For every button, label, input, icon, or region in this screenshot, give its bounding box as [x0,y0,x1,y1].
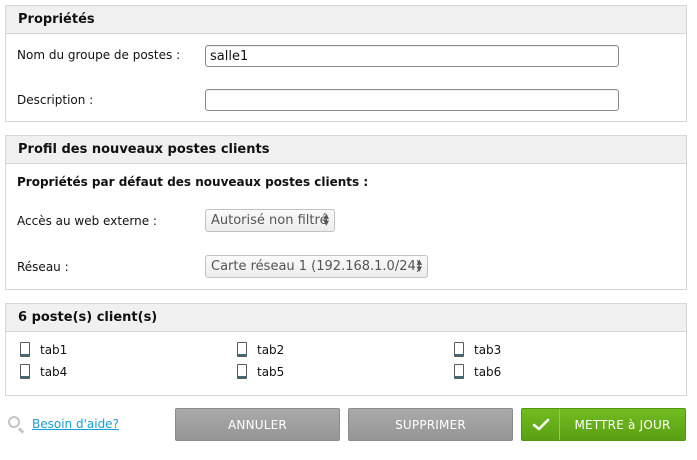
client-checkbox[interactable] [20,342,30,357]
client-label: tab4 [40,364,68,379]
clients-panel-title: 6 poste(s) client(s) [6,304,686,332]
update-button-label: METTRE à JOUR [574,417,671,432]
client-checkbox[interactable] [237,342,247,357]
network-select-value: Carte réseau 1 (192.168.1.0/24) [211,259,421,274]
delete-button[interactable]: SUPPRIMER [348,408,513,441]
client-item-tab1[interactable]: tab1 [20,342,67,357]
client-checkbox[interactable] [454,342,464,357]
client-item-tab6[interactable]: tab6 [454,364,501,379]
web-access-select[interactable]: Autorisé non filtré ▲ ▼ [205,209,335,232]
client-checkbox[interactable] [237,364,247,379]
profile-panel: Profil des nouveaux postes clients Propr… [5,135,687,290]
client-checkbox[interactable] [20,364,30,379]
client-item-tab5[interactable]: tab5 [237,364,284,379]
web-access-label: Accès au web externe : [17,214,157,228]
client-label: tab6 [474,364,502,379]
client-item-tab4[interactable]: tab4 [20,364,67,379]
client-label: tab5 [257,364,285,379]
profile-subtitle: Propriétés par défaut des nouveaux poste… [17,175,369,189]
profile-panel-title: Profil des nouveaux postes clients [6,136,686,164]
client-label: tab2 [257,342,285,357]
client-item-tab3[interactable]: tab3 [454,342,501,357]
client-checkbox[interactable] [454,364,464,379]
select-arrows-icon: ▲ ▼ [416,258,422,273]
description-label: Description : [17,93,94,107]
group-name-input[interactable]: salle1 [205,45,619,67]
network-label: Réseau : [17,260,69,274]
update-button[interactable]: METTRE à JOUR [521,408,686,441]
client-label: tab3 [474,342,502,357]
network-select[interactable]: Carte réseau 1 (192.168.1.0/24) ▲ ▼ [205,255,428,278]
check-icon [522,409,560,440]
cancel-button[interactable]: ANNULER [175,408,340,441]
help-area: Besoin d'aide? [7,415,119,434]
group-name-label: Nom du groupe de postes : [17,48,181,62]
search-icon [7,415,25,434]
description-input[interactable] [205,89,619,111]
properties-panel: Propriétés Nom du groupe de postes : sal… [5,5,687,122]
client-item-tab2[interactable]: tab2 [237,342,284,357]
client-label: tab1 [40,342,68,357]
properties-panel-title: Propriétés [6,6,686,34]
web-access-select-value: Autorisé non filtré [211,213,328,228]
select-arrows-icon: ▲ ▼ [323,212,329,227]
help-link[interactable]: Besoin d'aide? [32,417,119,431]
clients-panel: 6 poste(s) client(s) tab1 tab2 tab3 tab4… [5,303,687,396]
